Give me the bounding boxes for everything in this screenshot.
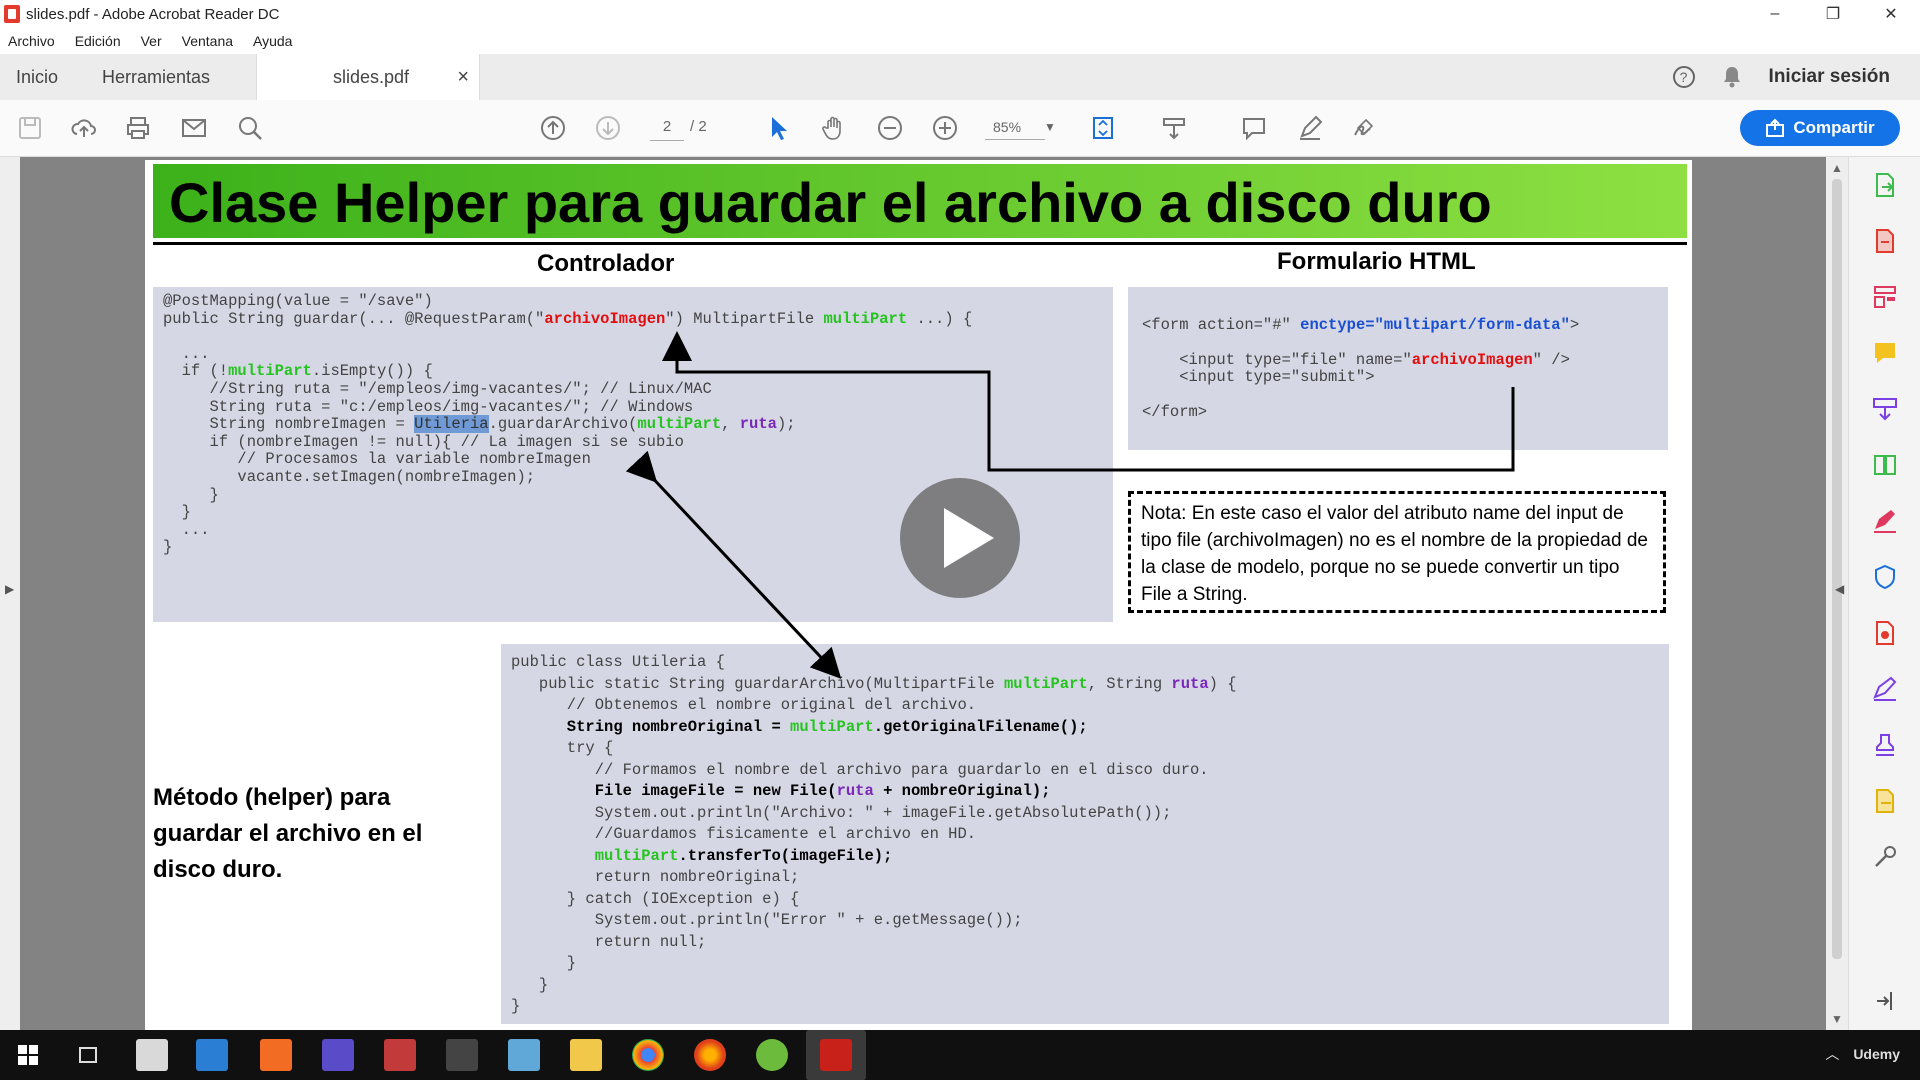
acrobat-app-icon [4,5,20,23]
edit-pdf-icon[interactable] [1871,283,1899,311]
more-tools-icon[interactable] [1871,843,1899,871]
acrobat-taskbar-icon [820,1039,852,1071]
next-page-icon[interactable] [594,114,622,142]
tray-chevron-icon[interactable]: ︿ [1825,1044,1839,1064]
search-icon[interactable] [236,114,264,142]
toolbar: 2 / 2 85% ▼ Compartir [0,100,1920,157]
explorer-folder-icon[interactable] [570,1039,602,1071]
restore-button[interactable]: ❐ [1804,0,1862,28]
right-tools-panel: ◀ [1835,157,1920,1030]
window-title: slides.pdf - Adobe Acrobat Reader DC [26,5,280,23]
page-number-input[interactable]: 2 [650,114,684,141]
arrow-call-to-helper [625,450,842,679]
menu-ayuda[interactable]: Ayuda [253,33,292,49]
create-pdf-icon[interactable] [1871,227,1899,255]
spring-tool-icon[interactable] [756,1039,788,1071]
tray-watermark: Udemy [1853,1046,1900,1062]
panel-collapse-icon[interactable] [1871,987,1899,1015]
scrollbar-thumb[interactable] [1832,179,1842,959]
windows-start-icon[interactable] [12,1039,44,1071]
previous-page-icon[interactable] [539,114,567,142]
tab-herramientas[interactable]: Herramientas [102,54,210,100]
email-icon[interactable] [180,114,208,142]
help-icon[interactable]: ? [1672,66,1695,88]
export-pdf-icon[interactable] [1871,171,1899,199]
organize-pages-icon[interactable] [1871,451,1899,479]
calculator-icon[interactable] [136,1039,168,1071]
hand-tool-icon[interactable] [820,114,848,142]
close-window-button[interactable]: ✕ [1862,0,1920,28]
zoom-out-icon[interactable] [876,114,904,142]
left-panel-collapsed[interactable]: ▶ [0,157,20,1030]
scroll-mode-icon[interactable] [1160,114,1188,142]
minimize-button[interactable]: – [1746,0,1804,28]
protect-icon[interactable] [1871,563,1899,591]
arrow-form-to-param [662,331,1515,472]
file-manager-icon[interactable] [196,1039,228,1071]
upload-cloud-icon[interactable] [70,114,98,142]
comment-panel-icon[interactable] [1871,339,1899,367]
pdf-page: Clase Helper para guardar el archivo a d… [145,160,1692,1030]
print-production-icon[interactable] [1871,619,1899,647]
combine-files-icon[interactable] [1871,395,1899,423]
tab-document[interactable]: slides.pdf × [256,54,480,100]
share-button[interactable]: Compartir [1740,110,1900,146]
xampp-icon[interactable] [260,1039,292,1071]
zoom-in-icon[interactable] [931,114,959,142]
task-view-icon[interactable] [72,1039,104,1071]
slide-arrows [625,331,1515,679]
print-icon[interactable] [124,114,152,142]
windows-taskbar: ︿ Udemy [0,1030,1920,1080]
menu-ventana[interactable]: Ventana [182,33,233,49]
fit-page-icon[interactable] [1090,114,1118,142]
expand-left-panel-icon[interactable]: ▶ [5,582,14,596]
comment-icon[interactable] [1240,114,1268,142]
bell-icon[interactable] [1721,65,1743,89]
mysql-workbench-icon[interactable] [384,1039,416,1071]
share-label: Compartir [1793,118,1875,137]
signin-link[interactable]: Iniciar sesión [1769,66,1890,88]
window-titlebar: slides.pdf - Adobe Acrobat Reader DC – ❐… [0,0,1920,28]
share-icon [1766,118,1785,137]
menu-bar: Archivo Edición Ver Ventana Ayuda [0,28,1920,54]
request-signature-icon[interactable] [1871,675,1899,703]
video-play-button[interactable] [900,478,1020,598]
network-tool-icon[interactable] [322,1039,354,1071]
select-cursor-icon[interactable] [764,114,792,142]
sign-icon[interactable] [1350,114,1378,142]
system-tray: ︿ Udemy [1825,1044,1900,1064]
zoom-level-field[interactable]: 85% [985,114,1045,140]
send-for-review-icon[interactable] [1871,787,1899,815]
page-total: / 2 [690,118,707,135]
scroll-up-icon[interactable]: ▲ [1831,161,1843,175]
menu-edicion[interactable]: Edición [75,33,121,49]
tab-inicio[interactable]: Inicio [16,54,58,100]
highlight-pen-icon[interactable] [1296,114,1324,142]
tab-document-label: slides.pdf [333,66,410,87]
scroll-down-icon[interactable]: ▼ [1831,1012,1843,1026]
zoom-dropdown-icon[interactable]: ▼ [1044,114,1056,140]
tab-bar: Inicio Herramientas slides.pdf × ? Inici… [0,54,1920,101]
menu-archivo[interactable]: Archivo [8,33,55,49]
collapse-right-panel-icon[interactable]: ◀ [1835,582,1844,596]
firefox-icon[interactable] [694,1039,726,1071]
menu-ver[interactable]: Ver [141,33,162,49]
stamp-icon[interactable] [1871,731,1899,759]
save-icon[interactable] [16,114,44,142]
fill-sign-icon[interactable] [1871,507,1899,535]
terminal-icon[interactable] [446,1039,478,1071]
notepad-icon[interactable] [508,1039,540,1071]
chrome-icon[interactable] [632,1039,664,1071]
tab-close-icon[interactable]: × [457,66,469,89]
acrobat-taskbar-item[interactable] [806,1030,866,1080]
